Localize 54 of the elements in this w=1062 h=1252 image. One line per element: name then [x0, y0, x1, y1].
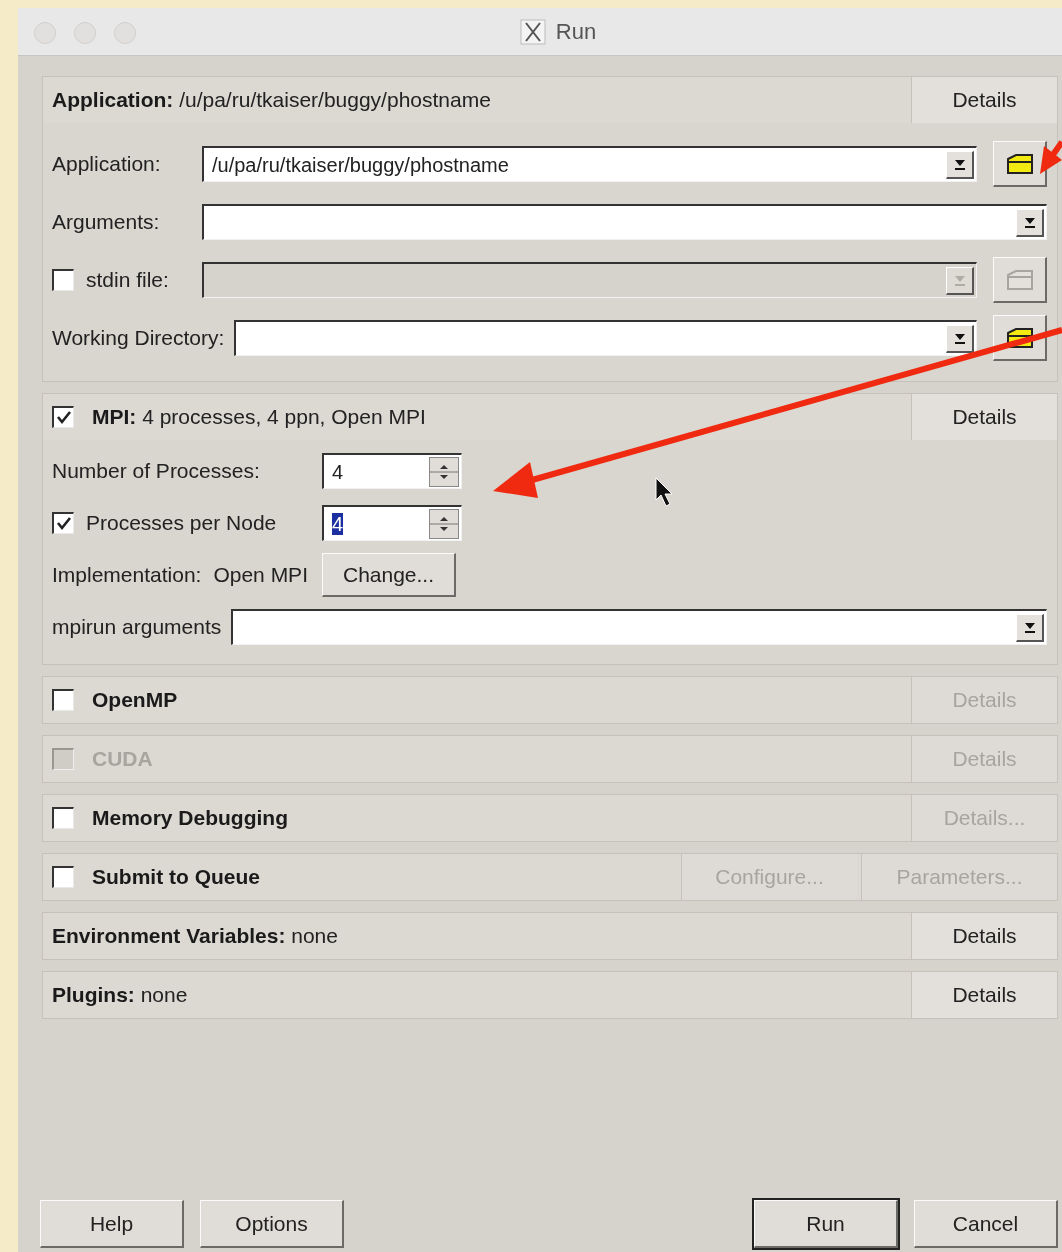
spin-arrows[interactable] — [429, 508, 459, 539]
field-label: mpirun arguments — [52, 614, 222, 641]
section-title: Memory Debugging — [92, 805, 288, 832]
caret-icon — [1022, 215, 1037, 229]
spin-box[interactable]: 4 — [322, 453, 462, 489]
field-value: Open MPI — [213, 562, 308, 589]
section-title: OpenMP — [92, 687, 178, 714]
folder-icon — [1005, 268, 1034, 291]
field-label: Arguments: — [52, 209, 160, 236]
dialog-button[interactable]: Cancel — [914, 1200, 1058, 1248]
dialog-button[interactable]: Help — [40, 1200, 184, 1248]
browse-button[interactable] — [993, 141, 1047, 187]
section-title: Application: /u/pa/ru/tkaiser/buggy/phostname — [52, 87, 491, 114]
checkbox[interactable] — [52, 866, 74, 888]
caret-icon — [952, 331, 967, 345]
dialog-button[interactable]: Run — [754, 1200, 898, 1248]
details-button[interactable]: Details — [911, 913, 1057, 959]
combo-box[interactable] — [202, 204, 1047, 240]
checkbox[interactable] — [52, 689, 74, 711]
details-button[interactable]: Details — [911, 77, 1057, 123]
field-label: Application: — [52, 151, 161, 178]
dropdown-button[interactable] — [1016, 208, 1044, 237]
field-label: Implementation: — [52, 562, 202, 589]
caret-icon — [1022, 620, 1037, 634]
field-label: Number of Processes: — [52, 458, 260, 485]
annotation-arrow — [1040, 140, 1062, 174]
change-button[interactable]: Change... — [321, 553, 457, 597]
window-title: Run — [555, 18, 597, 46]
mouse-cursor-icon — [655, 477, 673, 507]
folder-icon — [1005, 152, 1034, 175]
field-label: Processes per Node — [86, 510, 277, 537]
checkbox[interactable] — [52, 512, 74, 534]
combo-box[interactable] — [234, 320, 977, 356]
dropdown-button[interactable] — [946, 324, 974, 353]
caret-icon — [952, 157, 967, 171]
checkbox[interactable] — [52, 406, 74, 428]
spin-box[interactable]: 4 — [322, 505, 462, 541]
spin-arrows[interactable] — [429, 456, 459, 487]
section-title: Plugins: none — [52, 982, 188, 1009]
field-label: Working Directory: — [52, 325, 225, 352]
app-icon — [519, 18, 546, 45]
details-button[interactable]: Details — [911, 394, 1057, 440]
section-title: Submit to Queue — [92, 864, 260, 891]
combo-box[interactable] — [231, 609, 1047, 645]
dropdown-button[interactable] — [946, 150, 974, 179]
dialog-button[interactable]: Options — [200, 1200, 344, 1248]
caret-icon — [952, 273, 967, 287]
checkbox[interactable] — [52, 807, 74, 829]
section-title: Environment Variables: none — [52, 923, 338, 950]
combo-box[interactable]: /u/pa/ru/tkaiser/buggy/phostname — [202, 146, 977, 182]
section-title: MPI: 4 processes, 4 ppn, Open MPI — [92, 404, 426, 431]
field-label: stdin file: — [86, 267, 169, 294]
details-button[interactable]: Details — [911, 972, 1057, 1018]
dropdown-button[interactable] — [1016, 613, 1044, 642]
